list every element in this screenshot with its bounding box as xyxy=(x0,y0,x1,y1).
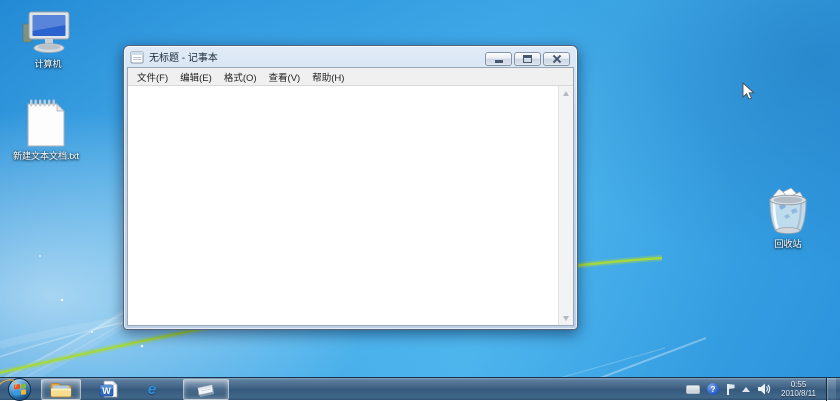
desktop-icon-new-text-document[interactable]: 新建文本文档.txt xyxy=(6,98,86,162)
help-icon[interactable]: ? xyxy=(707,383,719,395)
minimize-button[interactable] xyxy=(485,52,512,66)
notepad-client-area: 文件(F) 编辑(E) 格式(O) 查看(V) 帮助(H) xyxy=(127,67,574,326)
desktop-icon-computer[interactable]: 计算机 xyxy=(8,6,88,70)
desktop-background[interactable]: 计算机 新建文本文档.txt xyxy=(0,0,840,400)
desktop-icon-label: 新建文本文档.txt xyxy=(6,151,86,162)
clock-date: 2010/8/11 xyxy=(781,389,816,398)
maximize-icon xyxy=(523,55,532,63)
svg-text:W: W xyxy=(102,386,111,396)
scroll-down-arrow-icon xyxy=(563,316,569,321)
taskbar-clock[interactable]: 0:55 2010/8/11 xyxy=(781,380,816,398)
maximize-button[interactable] xyxy=(514,52,541,66)
menu-format[interactable]: 格式(O) xyxy=(218,68,263,86)
show-desktop-button[interactable] xyxy=(826,378,836,401)
menu-view[interactable]: 查看(V) xyxy=(263,68,307,86)
taskbar-button-word[interactable]: W xyxy=(93,379,123,400)
desktop-icon-recycle-bin[interactable]: 回收站 xyxy=(748,186,828,250)
close-icon xyxy=(552,54,562,64)
menu-file[interactable]: 文件(F) xyxy=(131,68,174,86)
taskbar-button-internet-explorer[interactable]: e xyxy=(137,379,167,400)
taskbar-button-explorer[interactable] xyxy=(41,379,81,400)
text-document-icon xyxy=(6,98,86,148)
caption-buttons xyxy=(485,52,570,66)
taskbar-button-notepad[interactable] xyxy=(183,379,229,400)
volume-icon[interactable] xyxy=(757,383,771,395)
window-title: 无标题 - 记事本 xyxy=(149,49,218,64)
taskbar: W e ? xyxy=(0,377,840,400)
menu-help[interactable]: 帮助(H) xyxy=(306,68,350,86)
ie-icon: e xyxy=(148,381,156,398)
menu-edit[interactable]: 编辑(E) xyxy=(174,68,218,86)
word-icon: W xyxy=(99,380,118,398)
notepad-icon xyxy=(195,381,217,398)
minimize-icon xyxy=(495,60,503,63)
close-button[interactable] xyxy=(543,52,570,66)
notepad-window: 无标题 - 记事本 文件(F) 编辑(E) 格式(O) 查看(V) 帮助(H) xyxy=(123,45,578,330)
scroll-up-arrow-icon xyxy=(563,91,569,96)
notepad-text-area[interactable] xyxy=(128,86,558,325)
keyboard-indicator-icon[interactable] xyxy=(686,385,700,394)
up-arrow-icon xyxy=(742,387,750,392)
desktop-icon-label: 回收站 xyxy=(748,239,828,250)
scroll-up-button[interactable] xyxy=(559,86,573,100)
notepad-window-icon xyxy=(130,50,144,64)
scroll-down-button[interactable] xyxy=(559,311,573,325)
desktop-icon-label: 计算机 xyxy=(8,59,88,70)
clock-time: 0:55 xyxy=(781,380,816,389)
folder-icon xyxy=(50,381,72,398)
computer-icon xyxy=(8,6,88,56)
show-hidden-icons-button[interactable] xyxy=(742,387,750,392)
notepad-titlebar[interactable]: 无标题 - 记事本 xyxy=(124,46,577,67)
notepad-menubar: 文件(F) 编辑(E) 格式(O) 查看(V) 帮助(H) xyxy=(128,68,573,85)
system-tray: ? 0:55 2010/8/11 xyxy=(686,378,836,401)
action-center-flag-icon[interactable] xyxy=(726,384,735,395)
notepad-edit-wrapper xyxy=(128,85,573,325)
recycle-bin-icon xyxy=(748,186,828,236)
vertical-scrollbar[interactable] xyxy=(558,86,573,325)
